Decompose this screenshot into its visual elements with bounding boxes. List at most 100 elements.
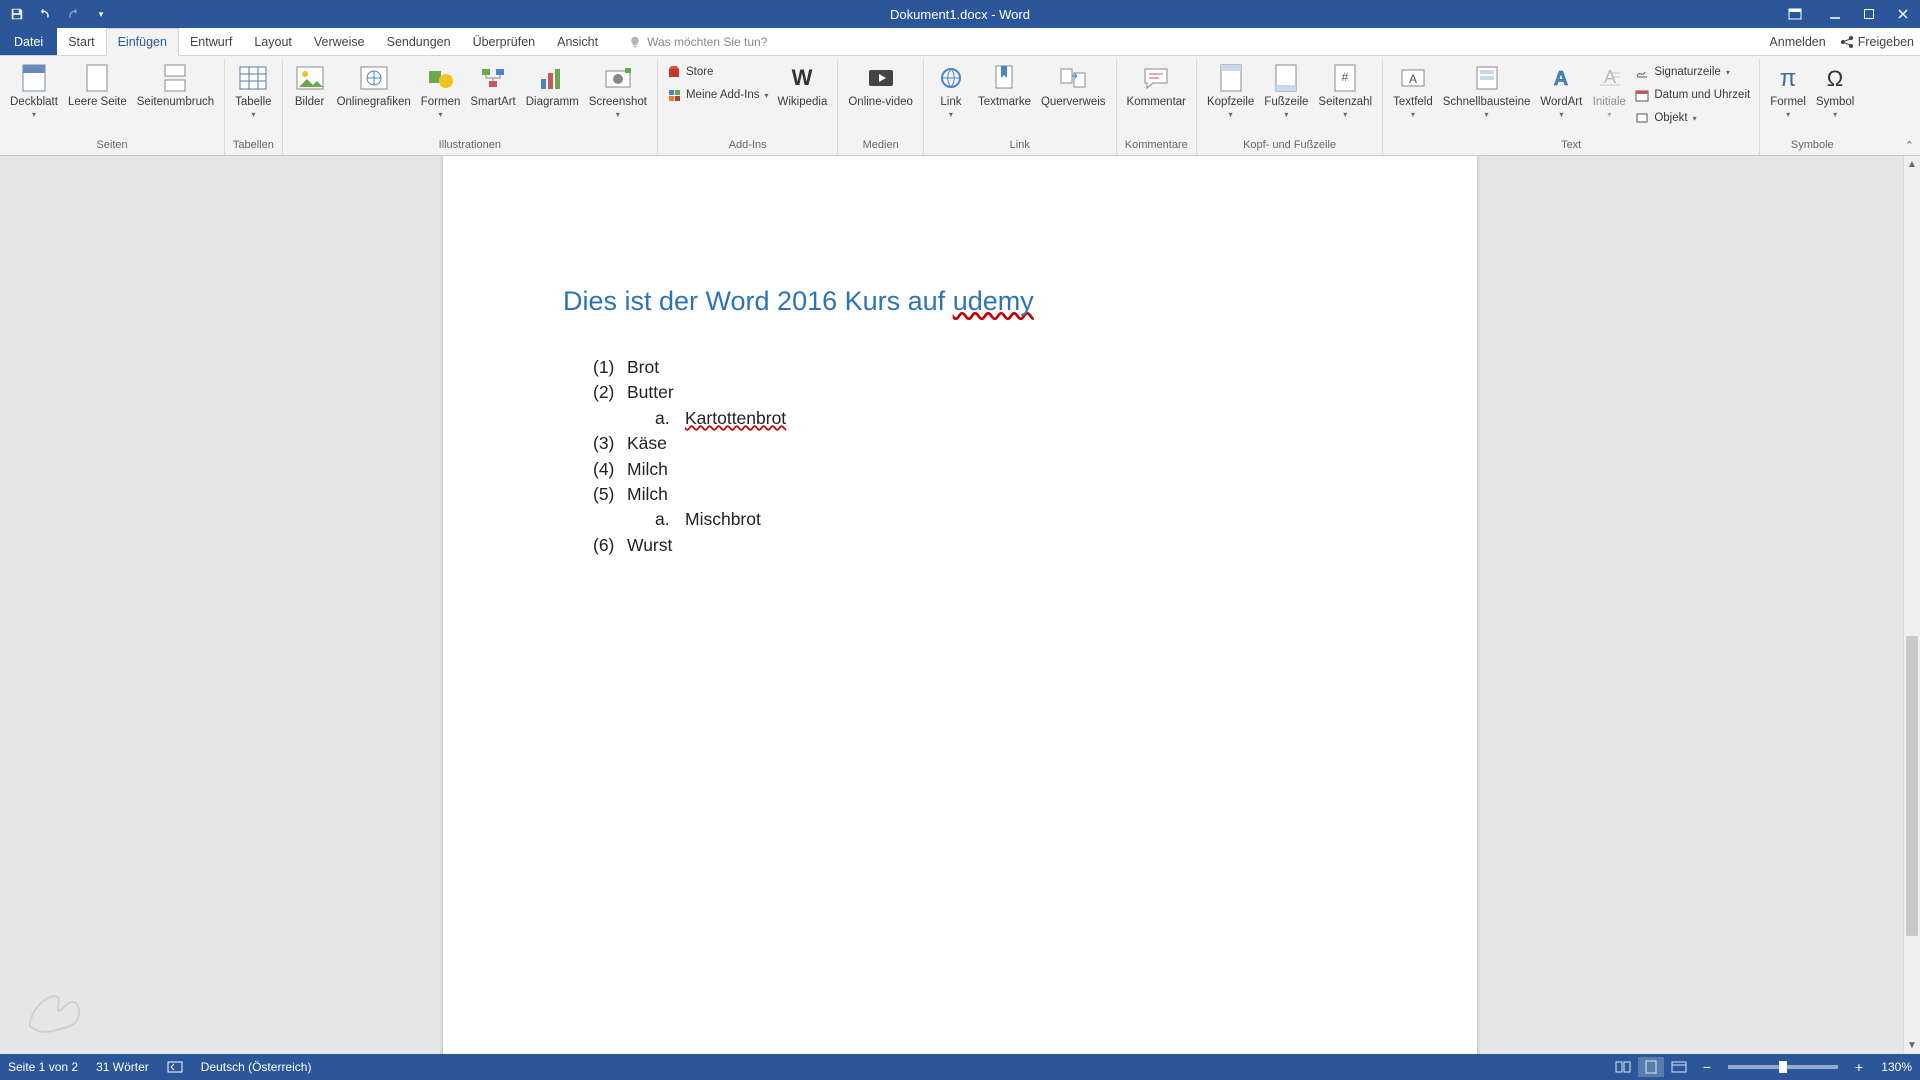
zoom-in-button[interactable]: + — [1852, 1059, 1866, 1075]
collapse-ribbon-button[interactable]: ⌃ — [1905, 139, 1914, 152]
print-layout-button[interactable] — [1638, 1057, 1664, 1077]
undo-button[interactable] — [36, 5, 54, 23]
formel-button[interactable]: πFormel▾ — [1765, 59, 1811, 119]
querverweis-button[interactable]: Querverweis — [1036, 59, 1111, 109]
tell-me-search[interactable]: Was möchten Sie tun? — [629, 28, 767, 55]
smartart-button[interactable]: SmartArt — [465, 59, 520, 109]
svg-text:A: A — [1554, 68, 1568, 90]
spellcheck-icon — [167, 1060, 183, 1074]
wordart-button[interactable]: AWordArt▾ — [1535, 59, 1587, 119]
kopfzeile-button[interactable]: Kopfzeile▾ — [1202, 59, 1259, 119]
symbol-icon: Ω — [1819, 62, 1851, 94]
initiale-button[interactable]: AInitiale▾ — [1587, 59, 1631, 119]
list-item: (4)Milch — [593, 457, 1357, 482]
zoom-out-button[interactable]: − — [1700, 1059, 1714, 1075]
link-button[interactable]: Link▾ — [929, 59, 973, 119]
symbol-button[interactable]: ΩSymbol▾ — [1811, 59, 1859, 119]
list-item: (3)Käse — [593, 431, 1357, 456]
header-icon — [1215, 62, 1247, 94]
minimize-button[interactable] — [1818, 0, 1852, 28]
group-seiten: Deckblatt▾ Leere Seite Seitenumbruch Sei… — [0, 59, 225, 155]
close-button[interactable] — [1886, 0, 1920, 28]
tab-ueberpruefen[interactable]: Überprüfen — [462, 28, 547, 55]
textmarke-button[interactable]: Textmarke — [973, 59, 1036, 109]
tab-verweise[interactable]: Verweise — [303, 28, 376, 55]
chart-icon — [536, 62, 568, 94]
online-video-icon — [865, 62, 897, 94]
seitenzahl-button[interactable]: #Seitenzahl▾ — [1313, 59, 1377, 119]
lightbulb-icon — [629, 36, 641, 48]
hyperlink-icon — [935, 62, 967, 94]
screenshot-button[interactable]: Screenshot▾ — [584, 59, 652, 119]
read-mode-button[interactable] — [1610, 1057, 1636, 1077]
qat-customize-button[interactable]: ▾ — [92, 5, 110, 23]
group-illustrationen: Bilder Onlinegrafiken Formen▾ SmartArt D… — [283, 59, 658, 155]
onlinevideo-button[interactable]: Online-video — [843, 59, 918, 109]
share-button[interactable]: Freigeben — [1840, 35, 1914, 49]
group-kopf-fusszeile: Kopfzeile▾ Fußzeile▾ #Seitenzahl▾ Kopf- … — [1197, 59, 1383, 155]
group-label-text: Text — [1388, 139, 1754, 153]
datum-uhrzeit-button[interactable]: Datum und Uhrzeit — [1635, 85, 1750, 105]
tab-file[interactable]: Datei — [0, 28, 57, 55]
wikipedia-icon: W — [786, 62, 818, 94]
status-language[interactable]: Deutsch (Österreich) — [201, 1060, 312, 1074]
store-button[interactable]: Store — [667, 62, 769, 82]
svg-text:#: # — [1342, 70, 1349, 84]
maximize-button[interactable] — [1852, 0, 1886, 28]
group-link: Link▾ Textmarke Querverweis Link — [924, 59, 1117, 155]
tab-einfuegen[interactable]: Einfügen — [106, 28, 179, 56]
group-text: ATextfeld▾ Schnellbausteine▾ AWordArt▾ A… — [1383, 59, 1760, 155]
scroll-down-arrow[interactable]: ▼ — [1904, 1037, 1920, 1054]
zoom-level[interactable]: 130% — [1874, 1060, 1912, 1074]
redo-button[interactable] — [64, 5, 82, 23]
textfeld-button[interactable]: ATextfeld▾ — [1388, 59, 1438, 119]
quick-access-toolbar: ▾ — [0, 5, 110, 23]
vertical-scrollbar[interactable]: ▲ ▼ — [1903, 156, 1920, 1054]
group-addins: Store Meine Add-Ins ▾ WWikipedia Add-Ins — [658, 59, 838, 155]
sign-in-link[interactable]: Anmelden — [1769, 35, 1825, 49]
page-number-icon: # — [1329, 62, 1361, 94]
status-page[interactable]: Seite 1 von 2 — [8, 1060, 78, 1074]
blank-page-icon — [81, 62, 113, 94]
heading-text: Dies ist der Word 2016 Kurs auf — [563, 286, 953, 316]
quick-parts-icon — [1471, 62, 1503, 94]
tell-me-placeholder: Was möchten Sie tun? — [647, 35, 767, 49]
status-spellcheck[interactable] — [167, 1060, 183, 1074]
zoom-slider-knob[interactable] — [1779, 1061, 1787, 1073]
group-label-link: Link — [929, 139, 1111, 153]
web-layout-button[interactable] — [1666, 1057, 1692, 1077]
signaturzeile-button[interactable]: Signaturzeile ▾ — [1635, 62, 1750, 82]
group-label-kopf: Kopf- und Fußzeile — [1202, 139, 1377, 153]
list-item: (6)Wurst — [593, 533, 1357, 558]
objekt-button[interactable]: Objekt ▾ — [1635, 108, 1750, 128]
tab-start[interactable]: Start — [57, 28, 105, 55]
tab-ansicht[interactable]: Ansicht — [546, 28, 609, 55]
ribbon-display-options-button[interactable] — [1778, 0, 1812, 28]
status-word-count[interactable]: 31 Wörter — [96, 1060, 149, 1074]
formen-button[interactable]: Formen▾ — [416, 59, 466, 119]
zoom-slider[interactable] — [1728, 1065, 1838, 1069]
group-medien: Online-video Medien — [838, 59, 924, 155]
schnellbausteine-button[interactable]: Schnellbausteine▾ — [1438, 59, 1536, 119]
scroll-up-arrow[interactable]: ▲ — [1904, 156, 1920, 173]
tab-sendungen[interactable]: Sendungen — [376, 28, 462, 55]
save-button[interactable] — [8, 5, 26, 23]
document-page[interactable]: Dies ist der Word 2016 Kurs auf udemy (1… — [443, 156, 1477, 1054]
diagramm-button[interactable]: Diagramm — [521, 59, 584, 109]
scrollbar-thumb[interactable] — [1906, 636, 1918, 936]
tabelle-button[interactable]: Tabelle▾ — [230, 59, 276, 119]
window-title: Dokument1.docx - Word — [890, 7, 1030, 22]
kommentar-button[interactable]: Kommentar — [1122, 59, 1191, 109]
seitenumbruch-button[interactable]: Seitenumbruch — [132, 59, 219, 109]
tab-layout[interactable]: Layout — [243, 28, 303, 55]
tab-entwurf[interactable]: Entwurf — [179, 28, 243, 55]
group-kommentare: Kommentar Kommentare — [1117, 59, 1197, 155]
bilder-button[interactable]: Bilder — [288, 59, 332, 109]
svg-text:π: π — [1780, 65, 1797, 92]
deckblatt-button[interactable]: Deckblatt▾ — [5, 59, 63, 119]
fusszeile-button[interactable]: Fußzeile▾ — [1259, 59, 1313, 119]
leere-seite-button[interactable]: Leere Seite — [63, 59, 132, 109]
meine-addins-button[interactable]: Meine Add-Ins ▾ — [667, 85, 769, 105]
onlinegrafiken-button[interactable]: Onlinegrafiken — [332, 59, 416, 109]
wikipedia-button[interactable]: WWikipedia — [773, 59, 833, 109]
